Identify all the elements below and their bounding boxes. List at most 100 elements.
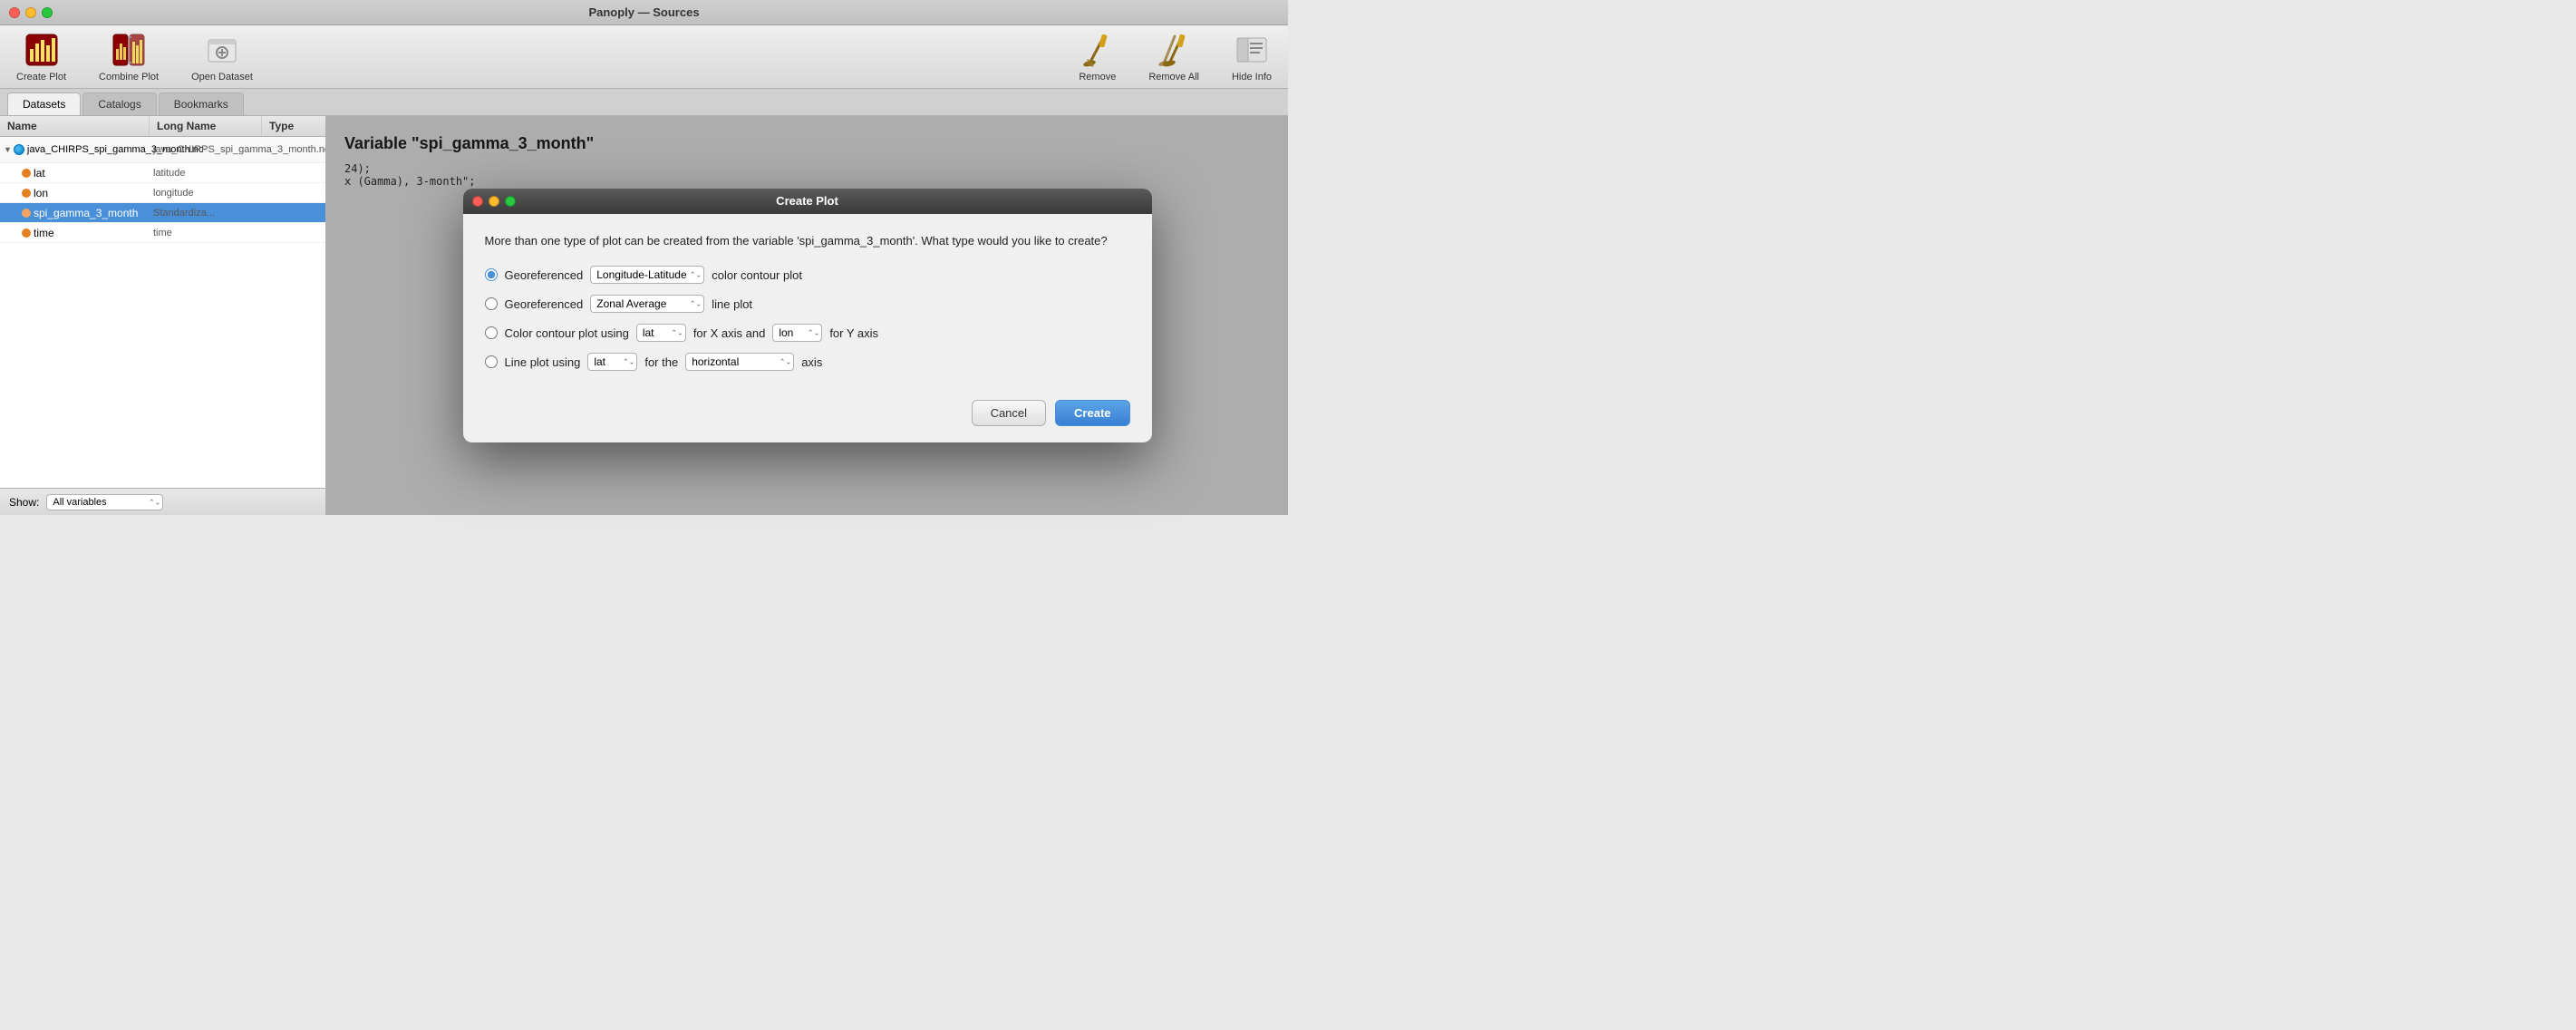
table-body: ▼ java_CHIRPS_spi_gamma_3_month.nc java_…	[0, 137, 325, 488]
table-row[interactable]: lat latitude	[0, 163, 325, 183]
dialog-title: Create Plot	[776, 194, 838, 208]
modal-overlay: Create Plot More than one type of plot c…	[326, 116, 1288, 515]
dialog-max-button[interactable]	[505, 196, 516, 207]
var-icon	[22, 189, 31, 198]
line-plot-orient-select-wrap: horizontal vertical	[685, 353, 794, 371]
tab-bookmarks[interactable]: Bookmarks	[159, 92, 244, 115]
row-type	[262, 191, 325, 195]
geo-lonlat-select-wrap: Longitude-Latitude Zonal Average	[590, 266, 704, 284]
color-contour-x-select-wrap: lat lon time	[636, 324, 686, 342]
table-row[interactable]: ▼ java_CHIRPS_spi_gamma_3_month.nc java_…	[0, 137, 325, 163]
create-plot-button[interactable]: Create Plot	[9, 28, 73, 86]
col-type: Type	[262, 116, 325, 136]
geo-zonal-suffix: line plot	[712, 297, 752, 311]
line-plot-axis-select[interactable]: lat lon time	[587, 353, 637, 371]
show-select[interactable]: All variables Coordinate variables Data …	[46, 494, 163, 510]
titlebar: Panoply — Sources	[0, 0, 1288, 25]
var-icon	[22, 228, 31, 238]
right-panel: Variable "spi_gamma_3_month" 24); x (Gam…	[326, 116, 1288, 515]
dialog-footer: Cancel Create	[463, 400, 1152, 442]
combine-plot-label: Combine Plot	[99, 72, 159, 83]
radio-geo-lonlat[interactable]	[485, 268, 498, 281]
row-name: lon	[0, 185, 150, 201]
table-row[interactable]: time time	[0, 223, 325, 243]
table-row[interactable]: spi_gamma_3_month Standardiza...	[0, 203, 325, 223]
minimize-button[interactable]	[25, 7, 36, 18]
row-longname: latitude	[150, 166, 262, 180]
row-type	[262, 171, 325, 175]
radio-line-plot[interactable]	[485, 355, 498, 368]
remove-all-label: Remove All	[1148, 72, 1199, 83]
tab-catalogs[interactable]: Catalogs	[82, 92, 156, 115]
combine-plot-button[interactable]: Combine Plot	[92, 28, 166, 86]
geo-lonlat-select[interactable]: Longitude-Latitude Zonal Average	[590, 266, 704, 284]
geo-zonal-select-wrap: Longitude-Latitude Zonal Average	[590, 295, 704, 313]
open-dataset-button[interactable]: Open Dataset	[184, 28, 260, 86]
maximize-button[interactable]	[42, 7, 53, 18]
row-longname: longitude	[150, 186, 262, 200]
color-contour-y-label: for Y axis	[829, 326, 878, 340]
line-plot-orient-select[interactable]: horizontal vertical	[685, 353, 794, 371]
main-area: Name Long Name Type ▼ java_CHIRPS_spi_ga…	[0, 116, 1288, 515]
var-icon	[22, 169, 31, 178]
hide-info-button[interactable]: Hide Info	[1225, 28, 1279, 86]
radio-option-color-contour: Color contour plot using lat lon time fo…	[485, 324, 1130, 342]
geo-zonal-select[interactable]: Longitude-Latitude Zonal Average	[590, 295, 704, 313]
dialog-titlebar: Create Plot	[463, 189, 1152, 214]
line-plot-for-the: for the	[644, 355, 678, 369]
create-plot-label: Create Plot	[16, 72, 66, 83]
geo-lonlat-prefix: Georeferenced	[505, 268, 584, 282]
traffic-lights	[9, 7, 53, 18]
hide-info-icon	[1234, 32, 1270, 68]
open-dataset-icon	[204, 32, 240, 68]
radio-option-geo-zonal: Georeferenced Longitude-Latitude Zonal A…	[485, 295, 1130, 313]
left-panel: Name Long Name Type ▼ java_CHIRPS_spi_ga…	[0, 116, 326, 515]
dialog-message: More than one type of plot can be create…	[485, 232, 1130, 250]
line-plot-axis-select-wrap: lat lon time	[587, 353, 637, 371]
close-button[interactable]	[9, 7, 20, 18]
tab-datasets[interactable]: Datasets	[7, 92, 81, 115]
col-longname: Long Name	[150, 116, 262, 136]
color-contour-y-select[interactable]: lat lon time	[772, 324, 822, 342]
toolbar: Create Plot Combine Plot	[0, 25, 1288, 89]
tabs-bar: Datasets Catalogs Bookmarks	[0, 89, 1288, 116]
table-header: Name Long Name Type	[0, 116, 325, 137]
geo-lonlat-suffix: color contour plot	[712, 268, 802, 282]
color-contour-prefix: Color contour plot using	[505, 326, 629, 340]
remove-all-button[interactable]: Remove All	[1141, 28, 1206, 86]
table-row[interactable]: lon longitude	[0, 183, 325, 203]
combine-plot-icon	[111, 32, 147, 68]
cancel-button[interactable]: Cancel	[972, 400, 1046, 426]
row-type	[262, 211, 325, 215]
dialog-traffic-lights	[472, 196, 516, 207]
remove-button[interactable]: Remove	[1071, 28, 1123, 86]
color-contour-y-select-wrap: lat lon time	[772, 324, 822, 342]
row-longname: Standardiza...	[150, 206, 262, 220]
create-plot-dialog: Create Plot More than one type of plot c…	[463, 189, 1152, 443]
radio-option-geo-lonlat: Georeferenced Longitude-Latitude Zonal A…	[485, 266, 1130, 284]
radio-geo-zonal[interactable]	[485, 297, 498, 310]
radio-option-line-plot: Line plot using lat lon time for the hor	[485, 353, 1130, 371]
geo-zonal-prefix: Georeferenced	[505, 297, 584, 311]
row-name: time	[0, 225, 150, 241]
dialog-min-button[interactable]	[489, 196, 499, 207]
color-contour-x-label: for X axis and	[693, 326, 766, 340]
bottom-bar: Show: All variables Coordinate variables…	[0, 488, 325, 515]
radio-color-contour[interactable]	[485, 326, 498, 339]
expand-icon: ▼	[4, 145, 12, 154]
remove-all-icon	[1156, 32, 1192, 68]
file-icon	[14, 144, 24, 155]
row-name: spi_gamma_3_month	[0, 205, 150, 221]
var-icon	[22, 209, 31, 218]
show-label: Show:	[9, 496, 39, 509]
create-button[interactable]: Create	[1055, 400, 1129, 426]
remove-icon	[1080, 32, 1116, 68]
color-contour-x-select[interactable]: lat lon time	[636, 324, 686, 342]
dialog-close-button[interactable]	[472, 196, 483, 207]
line-plot-prefix: Line plot using	[505, 355, 581, 369]
row-longname: time	[150, 226, 262, 240]
remove-label: Remove	[1079, 72, 1116, 83]
row-name: lat	[0, 165, 150, 181]
toolbar-right: Remove Remove All	[1071, 28, 1279, 86]
create-plot-icon	[24, 32, 60, 68]
